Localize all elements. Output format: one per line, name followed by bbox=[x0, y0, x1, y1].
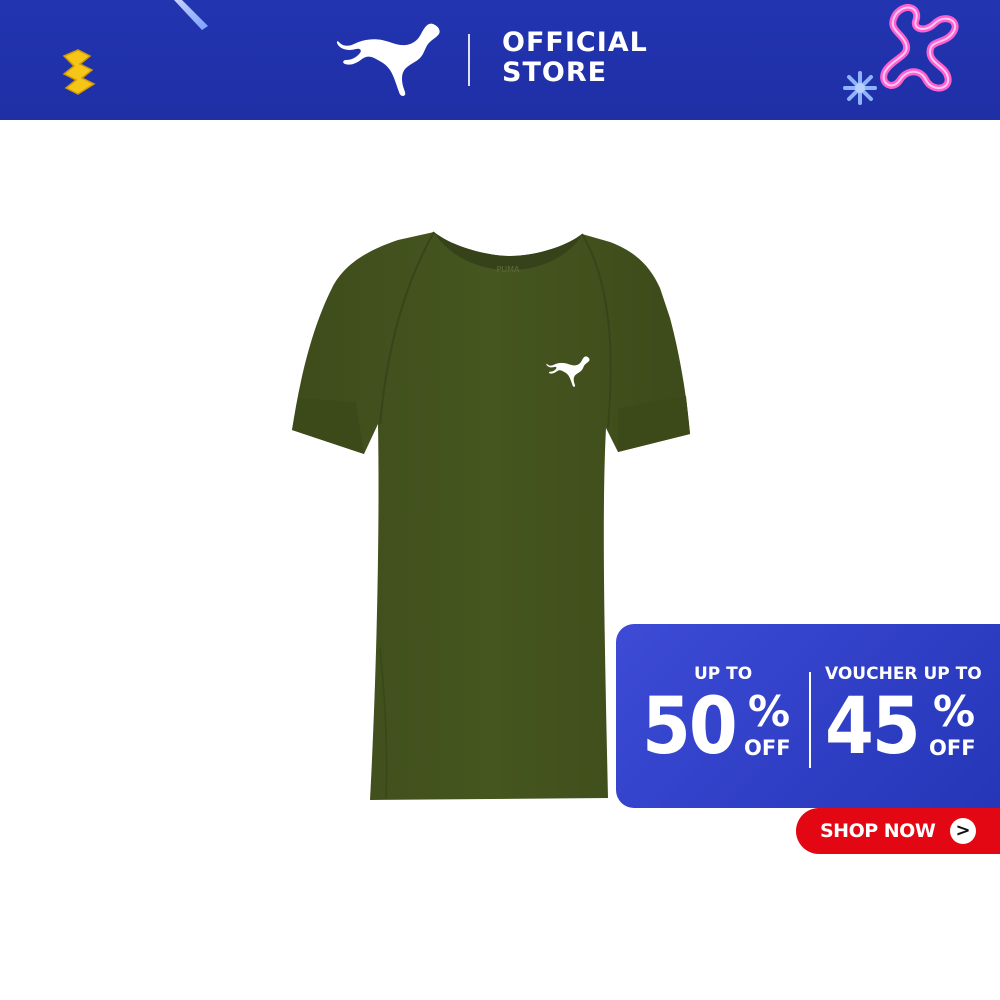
discount-promo-badge[interactable]: UP TO 50 % OFF VOUCHER UP TO 45 % OFF bbox=[616, 624, 1000, 808]
neon-squiggle-decoration-icon bbox=[880, 4, 959, 92]
svg-text:PUMA: PUMA bbox=[496, 265, 520, 274]
shop-now-label: SHOP NOW bbox=[820, 820, 936, 842]
star-sparkle-decoration-icon bbox=[843, 71, 877, 105]
puma-logo-icon bbox=[336, 23, 440, 96]
promo-right-value: 45 bbox=[825, 682, 921, 772]
header-divider bbox=[468, 34, 470, 86]
promo-right-percent: % bbox=[933, 687, 976, 736]
store-header-banner: OFFICIAL STORE bbox=[0, 0, 1000, 120]
promo-left-off: OFF bbox=[744, 736, 791, 760]
official-store-title: OFFICIAL STORE bbox=[502, 28, 648, 88]
header-content: OFFICIAL STORE bbox=[0, 0, 1000, 120]
shop-now-button[interactable]: SHOP NOW > bbox=[796, 808, 1000, 854]
gold-ribbon-decoration-icon bbox=[62, 49, 96, 95]
promo-right-off: OFF bbox=[929, 736, 976, 760]
arrow-right-icon: > bbox=[950, 818, 976, 844]
promo-left-percent: % bbox=[748, 687, 791, 736]
streamer-decoration-icon bbox=[174, 0, 208, 30]
promo-divider bbox=[809, 672, 811, 768]
promo-left-caption: UP TO bbox=[694, 664, 753, 684]
promo-right-caption: VOUCHER UP TO bbox=[825, 664, 982, 684]
promo-left-value: 50 bbox=[642, 682, 738, 772]
store-title-line-1: OFFICIAL bbox=[502, 27, 648, 58]
store-title-line-2: STORE bbox=[502, 57, 608, 88]
